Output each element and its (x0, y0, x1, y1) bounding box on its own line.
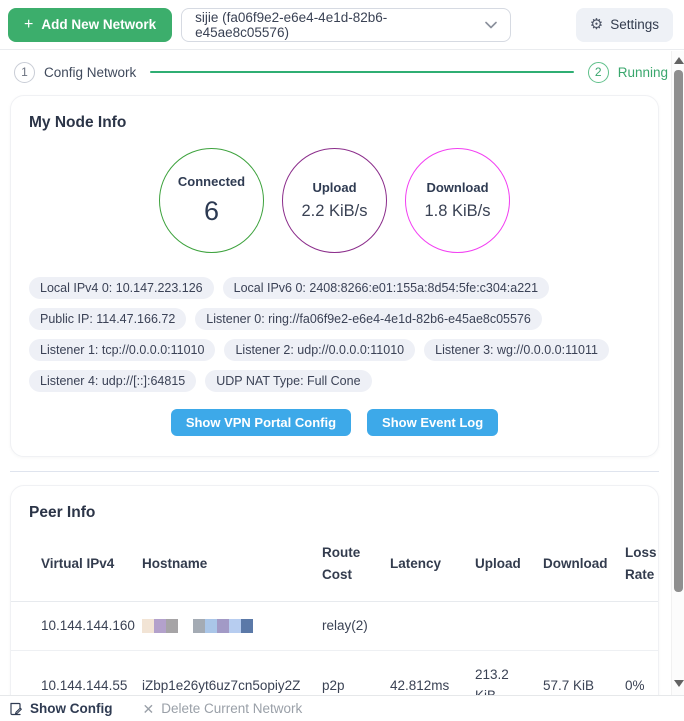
chevron-down-icon (485, 21, 497, 29)
settings-button[interactable]: ⚙ Settings (576, 8, 673, 42)
col-latency: Latency (384, 528, 469, 601)
tag-listener-0: Listener 0: ring://fa06f9e2-e6e4-4e1d-82… (195, 308, 542, 330)
tag-local-ipv6: Local IPv6 0: 2408:8266:e01:155a:8d54:5f… (223, 277, 549, 299)
peer-info-title: Peer Info (11, 504, 658, 522)
show-vpn-portal-config-button[interactable]: Show VPN Portal Config (171, 409, 351, 436)
tag-local-ipv4: Local IPv4 0: 10.147.223.126 (29, 277, 214, 299)
network-select[interactable]: sijie (fa06f9e2-e6e4-4e1d-82b6-e45ae8c05… (181, 8, 511, 42)
cell-virtual-ipv4: 10.144.144.160 (11, 601, 136, 651)
plus-icon: + (24, 17, 33, 33)
delete-current-network-link[interactable]: ✕ Delete Current Network (142, 701, 302, 716)
settings-label: Settings (610, 17, 659, 32)
tag-public-ip: Public IP: 114.47.166.72 (29, 308, 186, 330)
node-info-buttons: Show VPN Portal Config Show Event Log (29, 409, 640, 436)
step-running[interactable]: 2 Running (588, 62, 668, 83)
cell-hostname (136, 601, 316, 651)
scrollbar-thumb[interactable] (674, 70, 683, 592)
cell-route-cost: relay(2) (316, 601, 384, 651)
connected-label: Connected (178, 174, 245, 189)
delete-network-label: Delete Current Network (161, 701, 302, 716)
col-route-cost: Route Cost (316, 528, 384, 601)
cell-download (537, 601, 619, 651)
cell-upload (469, 601, 537, 651)
vertical-scrollbar[interactable] (671, 51, 684, 695)
network-select-value: sijie (fa06f9e2-e6e4-4e1d-82b6-e45ae8c05… (195, 10, 475, 40)
col-loss-rate: Loss Rate (619, 528, 658, 601)
add-new-network-button[interactable]: + Add New Network (8, 8, 172, 42)
redacted-hostname-blocks (142, 619, 310, 633)
connected-stat-circle: Connected 6 (159, 148, 264, 253)
tag-udp-nat-type: UDP NAT Type: Full Cone (205, 370, 371, 392)
download-label: Download (426, 180, 488, 195)
upload-label: Upload (312, 180, 356, 195)
peer-table: Virtual IPv4 Hostname Route Cost Latency… (11, 528, 658, 721)
tag-listener-4: Listener 4: udp://[::]:64815 (29, 370, 196, 392)
download-value: 1.8 KiB/s (424, 202, 490, 221)
scrollbar-down-arrow-icon[interactable] (674, 680, 684, 687)
scrollbar-up-arrow-icon[interactable] (674, 57, 684, 64)
step-1-circle: 1 (14, 62, 35, 83)
peer-table-header-row: Virtual IPv4 Hostname Route Cost Latency… (11, 528, 658, 601)
download-stat-circle: Download 1.8 KiB/s (405, 148, 510, 253)
cards-divider (10, 471, 659, 472)
upload-value: 2.2 KiB/s (301, 202, 367, 221)
col-virtual-ipv4: Virtual IPv4 (11, 528, 136, 601)
close-icon: ✕ (142, 702, 154, 716)
show-event-log-button[interactable]: Show Event Log (367, 409, 498, 436)
peer-row: 10.144.144.160 relay(2) (11, 601, 658, 651)
col-download: Download (537, 528, 619, 601)
top-bar: + Add New Network sijie (fa06f9e2-e6e4-4… (0, 0, 684, 50)
upload-stat-circle: Upload 2.2 KiB/s (282, 148, 387, 253)
stepper: 1 Config Network 2 Running (0, 50, 684, 94)
node-info-tags: Local IPv4 0: 10.147.223.126 Local IPv6 … (29, 277, 640, 392)
show-config-link[interactable]: Show Config (9, 701, 112, 716)
tag-listener-3: Listener 3: wg://0.0.0.0:11011 (424, 339, 609, 361)
node-info-title: My Node Info (29, 114, 640, 132)
step-1-label: Config Network (44, 65, 136, 80)
show-config-label: Show Config (30, 701, 112, 716)
tag-listener-1: Listener 1: tcp://0.0.0.0:11010 (29, 339, 215, 361)
tag-listener-2: Listener 2: udp://0.0.0.0:11010 (224, 339, 415, 361)
step-config-network[interactable]: 1 Config Network (14, 62, 136, 83)
peer-info-card: Peer Info Virtual IPv4 Hostname Route Co… (10, 485, 659, 721)
stepper-connector-line (150, 71, 573, 73)
gear-icon: ⚙ (590, 17, 603, 32)
col-upload: Upload (469, 528, 537, 601)
footer-bar: Show Config ✕ Delete Current Network (0, 695, 684, 721)
config-file-icon (9, 702, 23, 716)
step-2-circle: 2 (588, 62, 609, 83)
col-hostname: Hostname (136, 528, 316, 601)
step-2-label: Running (618, 65, 668, 80)
cell-latency (384, 601, 469, 651)
my-node-info-card: My Node Info Connected 6 Upload 2.2 KiB/… (10, 95, 659, 457)
cell-loss-rate (619, 601, 658, 651)
add-new-network-label: Add New Network (41, 17, 156, 32)
node-stat-circles: Connected 6 Upload 2.2 KiB/s Download 1.… (29, 148, 640, 253)
connected-value: 6 (204, 196, 219, 227)
